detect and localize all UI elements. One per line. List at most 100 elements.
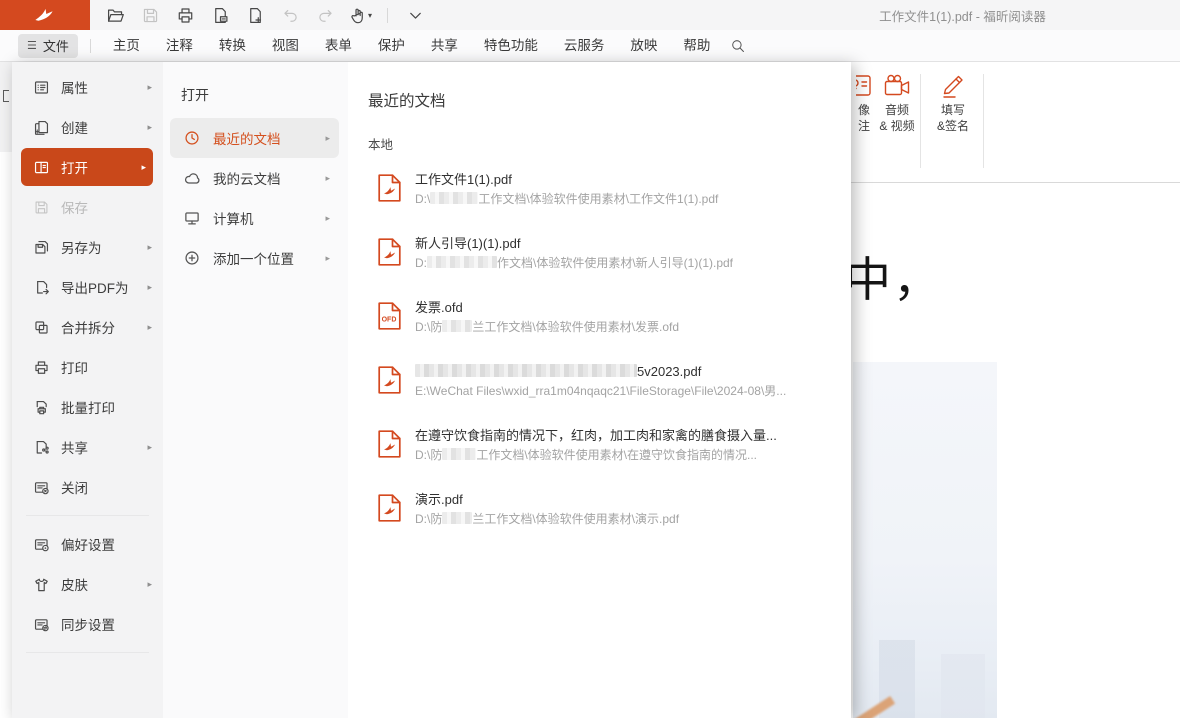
recent-document-item[interactable]: OFD发票.ofdD:\防兰工作文档\体验软件使用素材\发票.ofd bbox=[368, 294, 851, 358]
file-menu-item-关闭[interactable]: 关闭 bbox=[12, 467, 163, 507]
export-document-button[interactable] bbox=[209, 4, 231, 26]
text-segment: D:\ bbox=[415, 192, 430, 206]
foxit-pdf-file-icon bbox=[378, 430, 401, 458]
text-segment: 新人引导(1)(1).pdf bbox=[415, 236, 520, 251]
menu-tab-视图[interactable]: 视图 bbox=[259, 30, 312, 61]
doc-plus-icon bbox=[246, 6, 265, 25]
menubar: ☰ 文件 主页注释转换视图表单保护共享特色功能云服务放映帮助 bbox=[0, 30, 1180, 62]
file-menu-item-共享[interactable]: 共享▸ bbox=[12, 427, 163, 467]
recent-documents-panel: 最近的文档 本地 工作文件1(1).pdfD:\工作文档\体验软件使用素材\工作… bbox=[348, 62, 851, 718]
open-file-button[interactable] bbox=[104, 4, 126, 26]
document-name: 发票.ofd bbox=[415, 299, 679, 316]
file-menu-item-label: 合并拆分 bbox=[61, 317, 115, 337]
pdf-document-view[interactable]: 中， bbox=[851, 183, 1180, 718]
save-as-icon bbox=[33, 239, 50, 256]
ribbon-group-label: &签名 bbox=[937, 119, 969, 135]
text-segment: 工作文档\体验软件使用素材\工作文件1(1).pdf bbox=[478, 192, 718, 206]
person-note-icon bbox=[856, 69, 873, 103]
file-menu-item-创建[interactable]: 创建▸ bbox=[12, 107, 163, 147]
file-menu-item-label: 打开 bbox=[61, 157, 88, 177]
file-menu-item-偏好设置[interactable]: 偏好设置 bbox=[12, 524, 163, 564]
ribbon-group[interactable]: 填写&签名 bbox=[927, 69, 979, 134]
file-menu-item-属性[interactable]: 属性▸ bbox=[12, 67, 163, 107]
file-menu-item-导出PDF为[interactable]: 导出PDF为▸ bbox=[12, 267, 163, 307]
file-menu-item-同步设置[interactable]: 同步设置 bbox=[12, 604, 163, 644]
submenu-arrow-icon: ▸ bbox=[147, 442, 152, 453]
submenu-arrow-icon: ▸ bbox=[325, 253, 330, 264]
menu-divider bbox=[26, 652, 149, 653]
doc-badge-icon bbox=[211, 6, 230, 25]
file-menu-item-label: 属性 bbox=[61, 77, 88, 97]
file-menu-button[interactable]: ☰ 文件 bbox=[18, 34, 78, 58]
ribbon-toolbar-clipped: 像注音频& 视频填写&签名 bbox=[851, 62, 1180, 183]
menu-tab-注释[interactable]: 注释 bbox=[153, 30, 206, 61]
clipped-sidebar-icon bbox=[3, 90, 9, 102]
redacted-text bbox=[442, 320, 472, 332]
hand-tool-button[interactable]: ▾ bbox=[349, 4, 371, 26]
submenu-arrow-icon: ▸ bbox=[325, 133, 330, 144]
foxit-pdf-file-icon bbox=[378, 494, 401, 522]
text-segment: D: bbox=[415, 256, 427, 270]
ribbon-group-label: 填写 bbox=[941, 103, 965, 119]
redo-button bbox=[314, 4, 336, 26]
menu-tab-表单[interactable]: 表单 bbox=[312, 30, 365, 61]
recent-document-item[interactable]: 新人引导(1)(1).pdfD:作文档\体验软件使用素材\新人引导(1)(1).… bbox=[368, 230, 851, 294]
file-menu-item-另存为[interactable]: 另存为▸ bbox=[12, 227, 163, 267]
hamburger-icon: ☰ bbox=[27, 39, 37, 52]
quick-access-toolbar: ▾ bbox=[104, 4, 426, 26]
search-icon[interactable] bbox=[730, 38, 746, 54]
menu-tab-主页[interactable]: 主页 bbox=[100, 30, 153, 61]
customize-toolbar-button[interactable] bbox=[404, 4, 426, 26]
file-menu-item-合并拆分[interactable]: 合并拆分▸ bbox=[12, 307, 163, 347]
file-menu-item-打印[interactable]: 打印 bbox=[12, 347, 163, 387]
merge-split-icon bbox=[33, 319, 50, 336]
open-item-添加一个位置[interactable]: 添加一个位置▸ bbox=[170, 238, 339, 278]
document-path: E:\WeChat Files\wxid_rra1m04nqaqc21\File… bbox=[415, 383, 786, 399]
foxit-pdf-file-icon bbox=[378, 174, 401, 202]
create-document-button[interactable] bbox=[244, 4, 266, 26]
file-menu-item-label: 偏好设置 bbox=[61, 534, 115, 554]
open-item-最近的文档[interactable]: 最近的文档▸ bbox=[170, 118, 339, 158]
menu-tab-帮助[interactable]: 帮助 bbox=[670, 30, 723, 61]
recent-document-item[interactable]: 演示.pdf D:\防兰工作文档\体验软件使用素材\演示.pdf bbox=[368, 486, 851, 550]
plus-circle-icon bbox=[183, 249, 201, 267]
file-menu-item-打开[interactable]: 打开 ▸ bbox=[21, 148, 153, 186]
menu-tab-云服务[interactable]: 云服务 bbox=[551, 30, 618, 61]
submenu-arrow-icon: ▸ bbox=[141, 162, 146, 173]
ribbon-separator bbox=[983, 74, 984, 168]
file-menu-item-label: 批量打印 bbox=[61, 397, 115, 417]
save-icon bbox=[141, 6, 160, 25]
menu-tab-保护[interactable]: 保护 bbox=[365, 30, 418, 61]
file-menu-item-label: 同步设置 bbox=[61, 614, 115, 634]
ribbon-group[interactable]: 音频& 视频 bbox=[871, 69, 923, 134]
document-name: 演示.pdf bbox=[415, 491, 679, 508]
redacted-text bbox=[427, 256, 497, 268]
file-menu-item-皮肤[interactable]: 皮肤▸ bbox=[12, 564, 163, 604]
foxit-logo-icon bbox=[34, 7, 56, 23]
open-item-计算机[interactable]: 计算机▸ bbox=[170, 198, 339, 238]
print-button[interactable] bbox=[174, 4, 196, 26]
local-section-label: 本地 bbox=[368, 134, 851, 153]
menu-divider bbox=[26, 515, 149, 516]
recent-document-item[interactable]: 在遵守饮食指南的情况下，红肉，加工肉和家禽的膳食摄入量...D:\防工作文档\体… bbox=[368, 422, 851, 486]
submenu-arrow-icon: ▸ bbox=[147, 579, 152, 590]
ofd-file-icon: OFD bbox=[378, 302, 401, 330]
save-button bbox=[139, 4, 161, 26]
document-path: D:\防兰工作文档\体验软件使用素材\演示.pdf bbox=[415, 511, 679, 527]
menu-tab-共享[interactable]: 共享 bbox=[418, 30, 471, 61]
recent-document-item[interactable]: 5v2023.pdfE:\WeChat Files\wxid_rra1m04nq… bbox=[368, 358, 851, 422]
recent-document-item[interactable]: 工作文件1(1).pdfD:\工作文档\体验软件使用素材\工作文件1(1).pd… bbox=[368, 166, 851, 230]
ribbon-group-label: 注 bbox=[858, 119, 870, 135]
foxit-logo-button[interactable] bbox=[0, 0, 90, 30]
menu-tab-转换[interactable]: 转换 bbox=[206, 30, 259, 61]
export-pdf-icon bbox=[33, 279, 50, 296]
menu-tab-放映[interactable]: 放映 bbox=[617, 30, 670, 61]
open-item-label: 计算机 bbox=[213, 208, 254, 228]
open-item-我的云文档[interactable]: 我的云文档▸ bbox=[170, 158, 339, 198]
file-menu-item-label: 打印 bbox=[61, 357, 88, 377]
menu-tab-特色功能[interactable]: 特色功能 bbox=[471, 30, 551, 61]
pdf-page-text: 中， bbox=[851, 241, 942, 310]
redacted-text bbox=[430, 192, 478, 204]
file-menu-item-批量打印[interactable]: 批量打印 bbox=[12, 387, 163, 427]
ribbon-separator bbox=[920, 74, 921, 168]
